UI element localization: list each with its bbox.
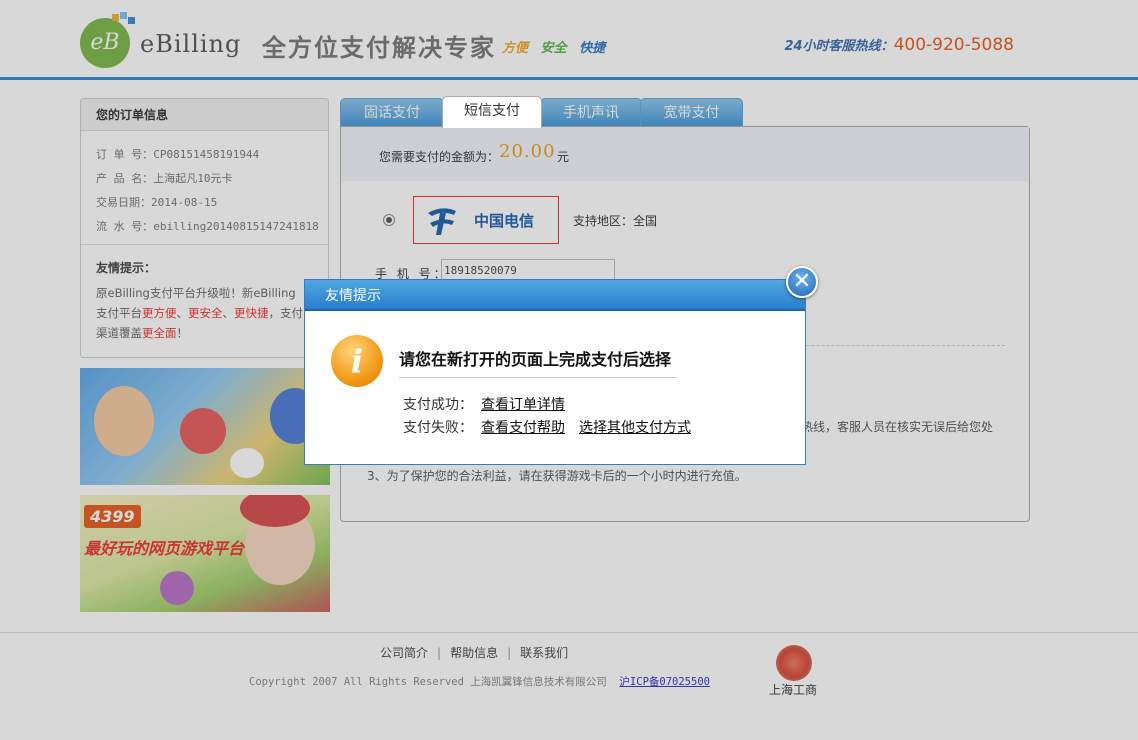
divider (399, 377, 677, 378)
view-help-link[interactable]: 查看支付帮助 (481, 420, 565, 436)
view-order-link[interactable]: 查看订单详情 (481, 397, 565, 413)
fail-label: 支付失败： (403, 420, 473, 436)
payment-prompt-dialog: 友情提示 i 请您在新打开的页面上完成支付后选择 支付成功： 查看订单详情 支付失… (304, 279, 806, 465)
other-payment-link[interactable]: 选择其他支付方式 (579, 420, 691, 436)
info-icon: i (331, 335, 383, 387)
dialog-title: 友情提示 (325, 288, 381, 304)
fail-row: 支付失败： 查看支付帮助 选择其他支付方式 (403, 417, 691, 437)
dialog-heading: 请您在新打开的页面上完成支付后选择 (399, 350, 672, 369)
close-icon[interactable]: ✕ (786, 266, 818, 298)
success-label: 支付成功： (403, 397, 473, 413)
tab-sms[interactable]: 短信支付 (442, 96, 542, 128)
dialog-title-bar: 友情提示 (305, 280, 805, 311)
success-row: 支付成功： 查看订单详情 (403, 394, 565, 414)
